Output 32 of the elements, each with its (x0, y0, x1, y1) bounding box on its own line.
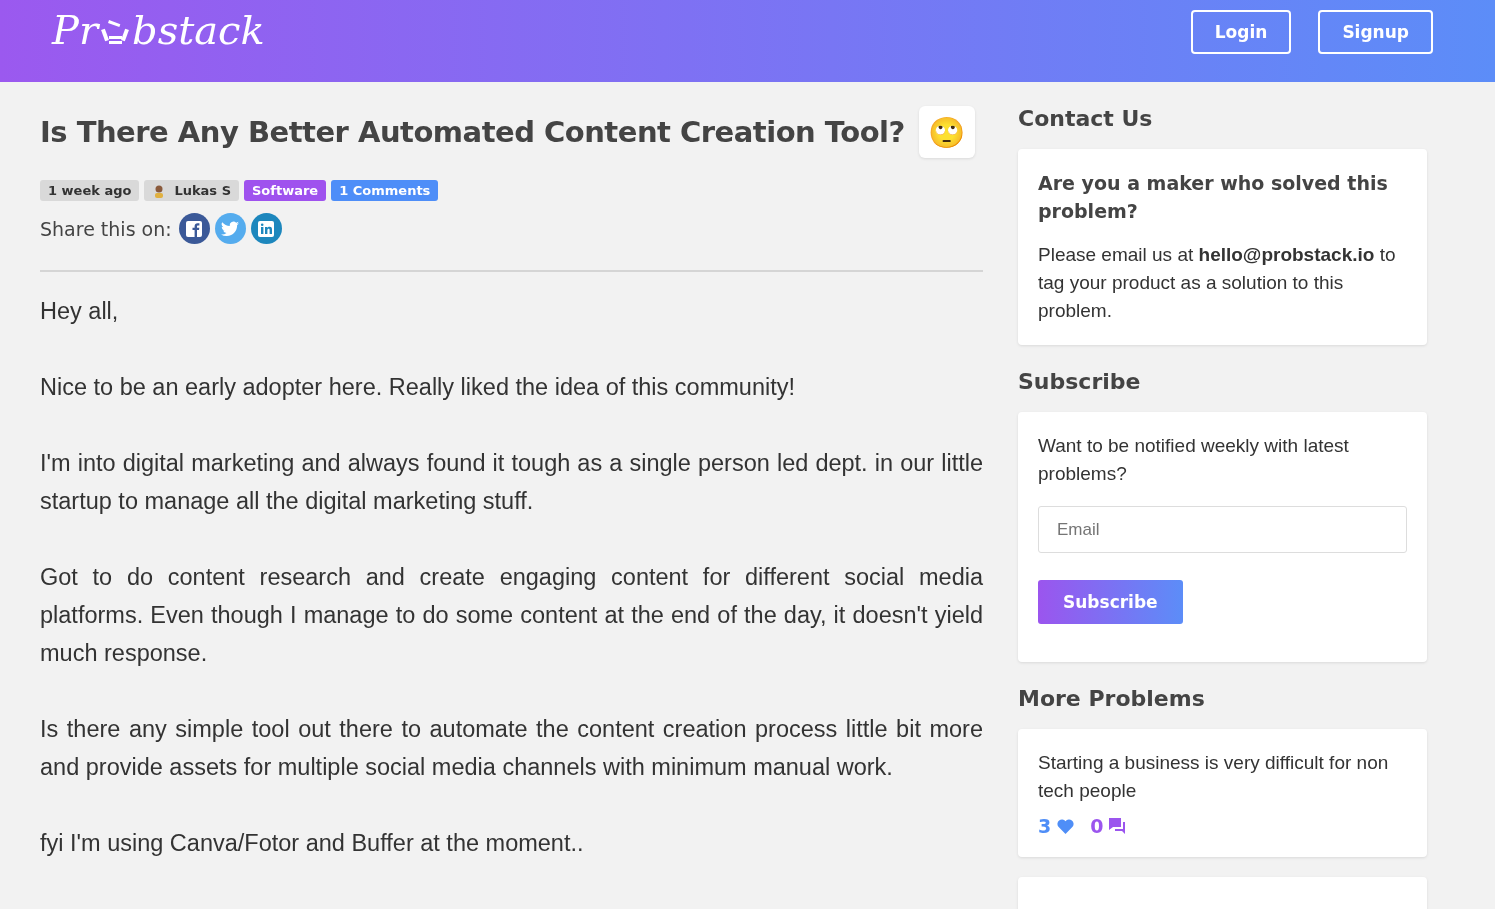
comments-tag[interactable]: 1 Comments (331, 180, 439, 201)
author-tag[interactable]: Lukas S (144, 180, 239, 201)
subscribe-heading: Subscribe (1018, 369, 1142, 394)
chat-icon (1109, 818, 1128, 834)
post-paragraph: Got to do content research and create engaging content for different social media platforms. Even though I manage to do some content at the end of the day, it doesn't yield much response. (40, 563, 983, 668)
subscribe-text: Want to be notified weekly with latest problems? (1038, 434, 1350, 486)
logo-text[interactable]: bstack (132, 7, 265, 53)
facebook-icon[interactable] (178, 213, 210, 244)
contact-text: Please email us at hello@probstack.io to tag your product as a solution to this problem. (1038, 243, 1397, 323)
post-paragraph: Is there any simple tool out there to automate the content creation process little bit more and provide assets for multiple social media channels with minimum manual work. (40, 715, 983, 782)
post-paragraph: Nice to be an early adopter here. Really liked the idea of this community! (40, 373, 796, 402)
post-paragraph: fyi I'm using Canva/Fotor and Buffer at the moment.. (40, 829, 585, 858)
problem-card[interactable]: Starting a business is very difficult for non tech people 3 0 (1018, 729, 1427, 857)
contact-heading: Contact Us (1018, 106, 1154, 131)
login-button[interactable]: Login (1190, 10, 1292, 54)
post-paragraph: Hey all, (40, 297, 120, 326)
share-label: Share this on: (40, 217, 172, 240)
likes-count: 3 (1038, 815, 1052, 837)
heart-icon (1057, 818, 1075, 834)
subscribe-button[interactable]: Subscribe (1038, 580, 1183, 624)
post-paragraph: I'm into digital marketing and always found it tough as a single person led dept. in our little startup to manage all the digital marketing stuff. (40, 449, 983, 516)
post-title: Is There Any Better Automated Content Creation Tool? (40, 115, 905, 149)
category-tag[interactable]: Software (244, 180, 327, 201)
comments-count: 0 (1090, 815, 1104, 837)
logo-text[interactable]: Pr (52, 7, 99, 53)
time-tag: 1 week ago (40, 180, 140, 201)
problem-title[interactable]: Starting a business is very difficult for non tech people (1038, 749, 1407, 805)
maker-question: Are you a maker who solved this problem? (1038, 171, 1389, 224)
signup-button[interactable]: Signup (1318, 10, 1433, 54)
email-field[interactable]: Email (1038, 506, 1407, 553)
linkedin-icon[interactable] (250, 213, 282, 244)
more-problems-heading: More Problems (1018, 686, 1206, 711)
